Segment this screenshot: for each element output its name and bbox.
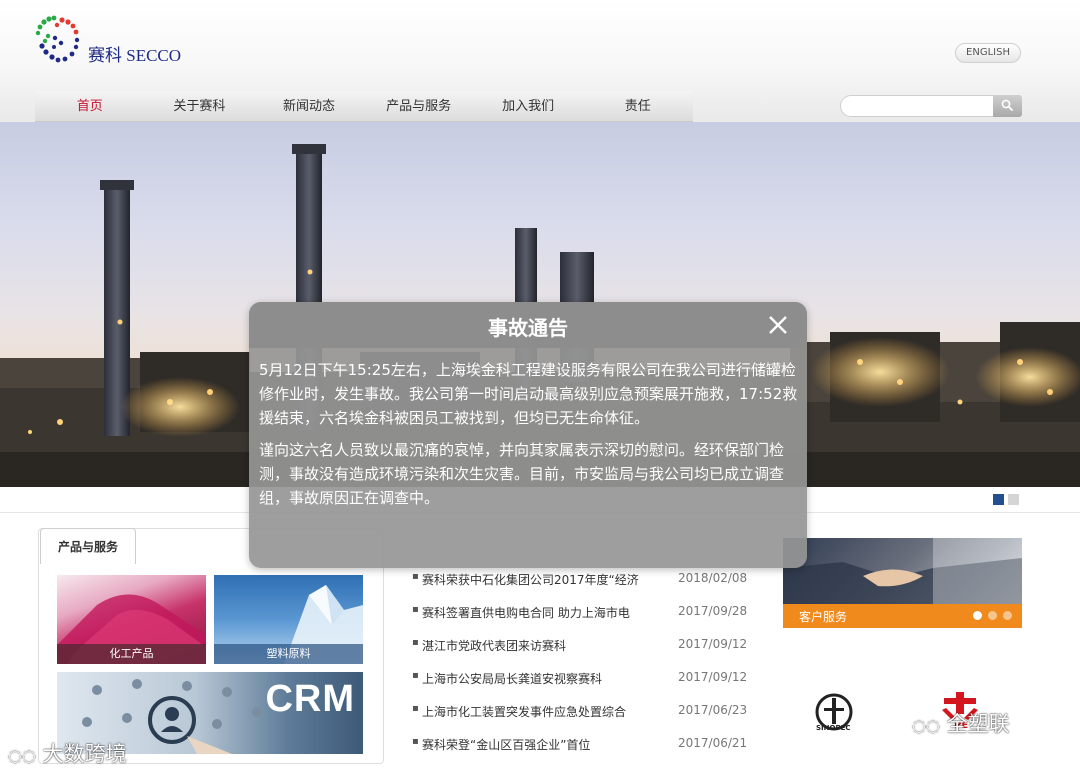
wechat-icon: ◌◌ [8, 746, 36, 765]
search-input[interactable] [840, 95, 994, 117]
logo-text: 赛科 SECCO [88, 46, 182, 65]
news-item[interactable]: ▪ 赛科荣登“金山区百强企业”首位 2017/06/21 [412, 731, 757, 764]
sinopec-logo[interactable]: SINOPEC [812, 692, 856, 736]
watermark-left: ◌◌ 大数跨境 [8, 742, 127, 766]
tile-chemical-products[interactable]: 化工产品 [57, 575, 206, 664]
cs-dot-1[interactable] [973, 611, 982, 620]
news-date: 2017/06/21 [678, 736, 748, 750]
tile-plastic-materials[interactable]: 塑料原料 [214, 575, 363, 664]
news-item[interactable]: ▪ 上海市公安局局长龚道安视察赛科 2017/09/12 [412, 665, 757, 698]
tile-label-plastic: 塑料原料 [214, 644, 363, 664]
news-date: 2018/02/08 [678, 571, 748, 585]
banner-slide-indicator [993, 494, 1019, 505]
close-icon [769, 316, 787, 334]
news-date: 2017/09/28 [678, 604, 748, 618]
crm-label: CRM [265, 678, 355, 720]
handshake-image [783, 538, 1022, 604]
accident-notice-modal: 事故通告 5月12日下午15:25左右，上海埃金科工程建设服务有限公司在我公司进… [249, 302, 807, 568]
nav-item-products[interactable]: 产品与服务 [364, 91, 474, 121]
page: 赛科 SECCO ENGLISH 首页 关于赛科 新闻动态 产品与服务 加入我们… [0, 0, 1080, 772]
secco-logo-mark-icon [35, 15, 80, 63]
tab-products-services[interactable]: 产品与服务 [40, 528, 136, 564]
watermark-right: ◌◌ 全塑联 [912, 712, 1010, 736]
news-item[interactable]: ▪ 湛江市党政代表团来访赛科 2017/09/12 [412, 632, 757, 665]
modal-close-button[interactable] [767, 314, 789, 336]
nav-item-careers[interactable]: 加入我们 [473, 91, 583, 121]
customer-service-slide-dots [973, 611, 1012, 620]
cs-dot-2[interactable] [988, 611, 997, 620]
site-header: 赛科 SECCO ENGLISH 首页 关于赛科 新闻动态 产品与服务 加入我们… [0, 0, 1080, 122]
search-button[interactable] [993, 95, 1022, 117]
search-box [840, 95, 1022, 117]
nav-item-about[interactable]: 关于赛科 [145, 91, 255, 121]
slide-dot-1[interactable] [993, 494, 1004, 505]
customer-service-bar: 客户服务 [783, 604, 1022, 628]
news-date: 2017/09/12 [678, 637, 748, 651]
news-item[interactable]: ▪ 赛科荣获中石化集团公司2017年度“经济 2018/02/08 [412, 566, 757, 599]
modal-paragraph-1: 5月12日下午15:25左右，上海埃金科工程建设服务有限公司在我公司进行储罐检修… [259, 361, 798, 427]
wechat-icon: ◌◌ [912, 716, 940, 735]
news-item[interactable]: ▪ 赛科签署直供电购电合同 助力上海市电 2017/09/28 [412, 599, 757, 632]
tile-label-chemical: 化工产品 [57, 644, 206, 664]
news-title[interactable]: 赛科签署直供电购电合同 助力上海市电 [422, 604, 662, 621]
news-title[interactable]: 赛科荣获中石化集团公司2017年度“经济 [422, 571, 662, 588]
modal-paragraph-2: 谨向这六名人员致以最沉痛的哀悼，并向其家属表示深切的慰问。经环保部门检测，事故没… [259, 441, 785, 507]
search-icon [1001, 99, 1014, 112]
modal-header: 事故通告 [249, 302, 807, 348]
nav-item-news[interactable]: 新闻动态 [254, 91, 364, 121]
nav-item-responsibility[interactable]: 责任 [583, 91, 693, 121]
main-nav: 首页 关于赛科 新闻动态 产品与服务 加入我们 责任 [35, 91, 693, 122]
news-title[interactable]: 上海市化工装置突发事件应急处置综合 [422, 703, 662, 720]
news-title[interactable]: 赛科荣登“金山区百强企业”首位 [422, 736, 662, 753]
cs-dot-3[interactable] [1003, 611, 1012, 620]
secco-logo[interactable]: 赛科 SECCO [34, 14, 204, 74]
customer-service-label: 客户服务 [799, 610, 848, 624]
news-item[interactable]: ▪ 上海市化工装置突发事件应急处置综合 2017/06/23 [412, 698, 757, 731]
news-list: ▪ 赛科荣获中石化集团公司2017年度“经济 2018/02/08 ▪ 赛科签署… [412, 566, 757, 764]
customer-service-banner[interactable]: 客户服务 [783, 538, 1022, 628]
modal-title: 事故通告 [488, 316, 568, 340]
news-title[interactable]: 上海市公安局局长龚道安视察赛科 [422, 670, 662, 687]
news-title[interactable]: 湛江市党政代表团来访赛科 [422, 637, 662, 654]
news-date: 2017/09/12 [678, 670, 748, 684]
english-language-button[interactable]: ENGLISH [955, 43, 1021, 63]
slide-dot-2[interactable] [1008, 494, 1019, 505]
nav-item-home[interactable]: 首页 [35, 91, 145, 121]
modal-body: 5月12日下午15:25左右，上海埃金科工程建设服务有限公司在我公司进行储罐检修… [259, 358, 801, 510]
sinopec-text: SINOPEC [816, 724, 851, 732]
news-date: 2017/06/23 [678, 703, 748, 717]
